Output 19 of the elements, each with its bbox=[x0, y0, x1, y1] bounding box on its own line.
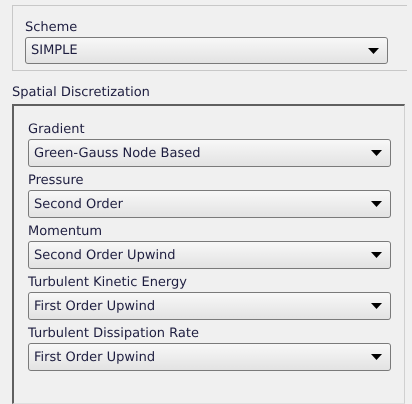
group-title: Spatial Discretization bbox=[12, 84, 151, 102]
caret-icon bbox=[371, 252, 382, 258]
field-label: Turbulent Dissipation Rate bbox=[28, 325, 200, 342]
field-label: Momentum bbox=[28, 223, 104, 240]
method-dropdown[interactable]: First Order Upwind bbox=[28, 343, 391, 371]
caret-icon bbox=[371, 201, 382, 207]
method-dropdown[interactable]: First Order Upwind bbox=[28, 292, 391, 320]
method-dropdown[interactable]: Green-Gauss Node Based bbox=[28, 139, 391, 167]
caret-icon bbox=[368, 48, 379, 54]
method-dropdown[interactable]: Second Order bbox=[28, 190, 391, 218]
caret-icon bbox=[371, 150, 382, 156]
scheme-label: Scheme bbox=[25, 19, 78, 36]
field-label: Pressure bbox=[28, 172, 85, 189]
method-dropdown[interactable]: Second Order Upwind bbox=[28, 241, 391, 269]
field-label: Gradient bbox=[28, 121, 86, 138]
field-label: Turbulent Kinetic Energy bbox=[28, 274, 188, 291]
caret-icon bbox=[371, 354, 382, 360]
scheme-dropdown[interactable]: SIMPLE bbox=[25, 37, 388, 64]
caret-icon bbox=[371, 303, 382, 309]
